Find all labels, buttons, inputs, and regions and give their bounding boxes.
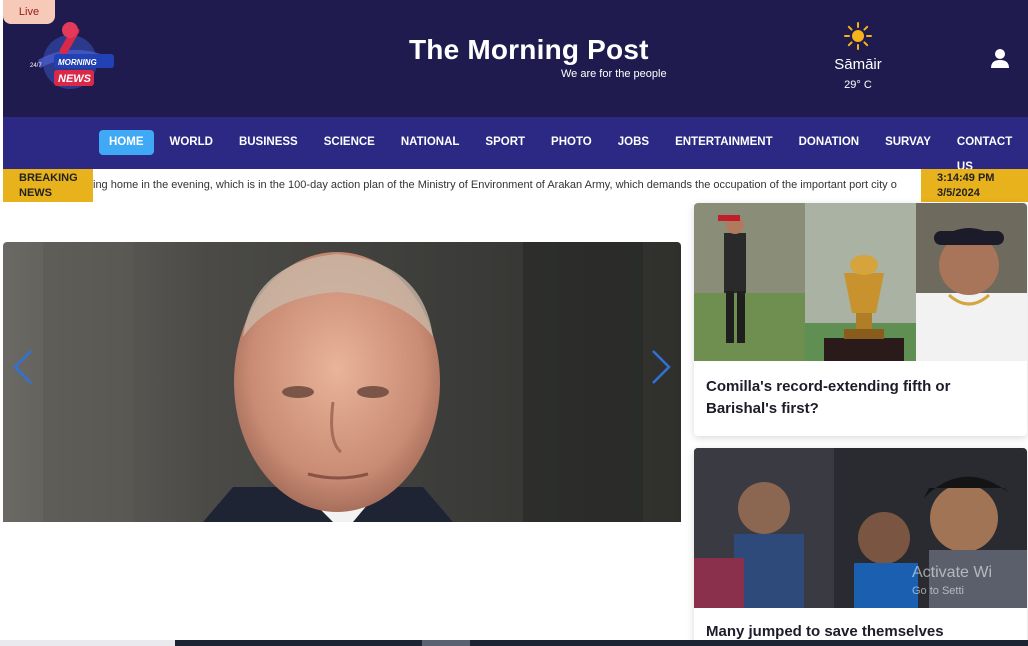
- site-title[interactable]: The Morning Post: [409, 34, 649, 66]
- site-tagline: We are for the people: [561, 68, 667, 80]
- weather-temp: 29° C: [844, 79, 872, 91]
- nav-item-science[interactable]: SCIENCE: [314, 130, 385, 155]
- nav-item-business[interactable]: BUSINESS: [229, 130, 308, 155]
- breaking-label-line2: NEWS: [19, 187, 52, 199]
- chevron-left-icon: [13, 350, 32, 384]
- nav-item-contact-us[interactable]: CONTACT US: [947, 130, 1022, 173]
- live-badge[interactable]: Live: [3, 0, 55, 24]
- news-card-title[interactable]: Comilla's record-extending fifth or Bari…: [706, 376, 1006, 420]
- nav-item-world[interactable]: WORLD: [160, 130, 223, 155]
- breaking-label-line1: BREAKING: [19, 172, 78, 184]
- weather-city: Sāmāir: [834, 56, 882, 73]
- taskbar: [175, 640, 1028, 646]
- clock-widget: 3:14:49 PM 3/5/2024: [921, 169, 1028, 202]
- nav-item-sport[interactable]: SPORT: [475, 130, 535, 155]
- news-card[interactable]: Comilla's record-extending fifth or Bari…: [694, 203, 1027, 436]
- nav-item-entertainment[interactable]: ENTERTAINMENT: [665, 130, 783, 155]
- logo-graphic: 24/7 MORNING NEWS: [30, 22, 114, 89]
- logo-text-morning: MORNING: [58, 58, 97, 67]
- slider-prev-button[interactable]: [5, 342, 41, 392]
- site-header: 24/7 MORNING NEWS The Morning Post We ar…: [3, 0, 1028, 117]
- clock-time: 3:14:49 PM: [937, 172, 995, 184]
- ticker-text[interactable]: ing home in the evening, which is in the…: [93, 179, 897, 191]
- watermark-line1: Activate Wi: [912, 564, 993, 581]
- slider-next-button[interactable]: [643, 342, 679, 392]
- nav-item-home[interactable]: HOME: [99, 130, 154, 155]
- watermark-line2: Go to Setti: [912, 585, 964, 597]
- nav-menu: HOME WORLD BUSINESS SCIENCE NATIONAL SPO…: [99, 130, 1028, 173]
- taskbar-item[interactable]: [422, 640, 470, 646]
- clock-date: 3/5/2024: [937, 187, 980, 199]
- sun-icon: [844, 22, 872, 50]
- chevron-right-icon: [652, 350, 671, 384]
- nav-item-donation[interactable]: DONATION: [789, 130, 869, 155]
- logo-small-text: 24/7: [30, 63, 42, 69]
- news-card-image: [694, 203, 1027, 361]
- breaking-news-ticker: ing home in the evening, which is in the…: [3, 169, 1028, 203]
- featured-image: [3, 242, 681, 522]
- featured-slider[interactable]: [3, 242, 681, 522]
- nav-item-national[interactable]: NATIONAL: [391, 130, 470, 155]
- nav-item-photo[interactable]: PHOTO: [541, 130, 602, 155]
- taskbar-left: [0, 640, 175, 646]
- breaking-news-label: BREAKING NEWS: [3, 169, 93, 202]
- user-icon[interactable]: [990, 48, 1010, 73]
- weather-widget: Sāmāir 29° C: [821, 22, 895, 91]
- news-card[interactable]: Many jumped to save themselves: [694, 448, 1027, 646]
- logo-text-news: NEWS: [58, 73, 92, 85]
- activate-windows-watermark: Activate Wi Go to Setti: [912, 564, 992, 600]
- main-nav: HOME WORLD BUSINESS SCIENCE NATIONAL SPO…: [3, 117, 1028, 173]
- nav-item-jobs[interactable]: JOBS: [608, 130, 659, 155]
- nav-item-survay[interactable]: SURVAY: [875, 130, 941, 155]
- site-logo[interactable]: 24/7 MORNING NEWS: [20, 20, 120, 92]
